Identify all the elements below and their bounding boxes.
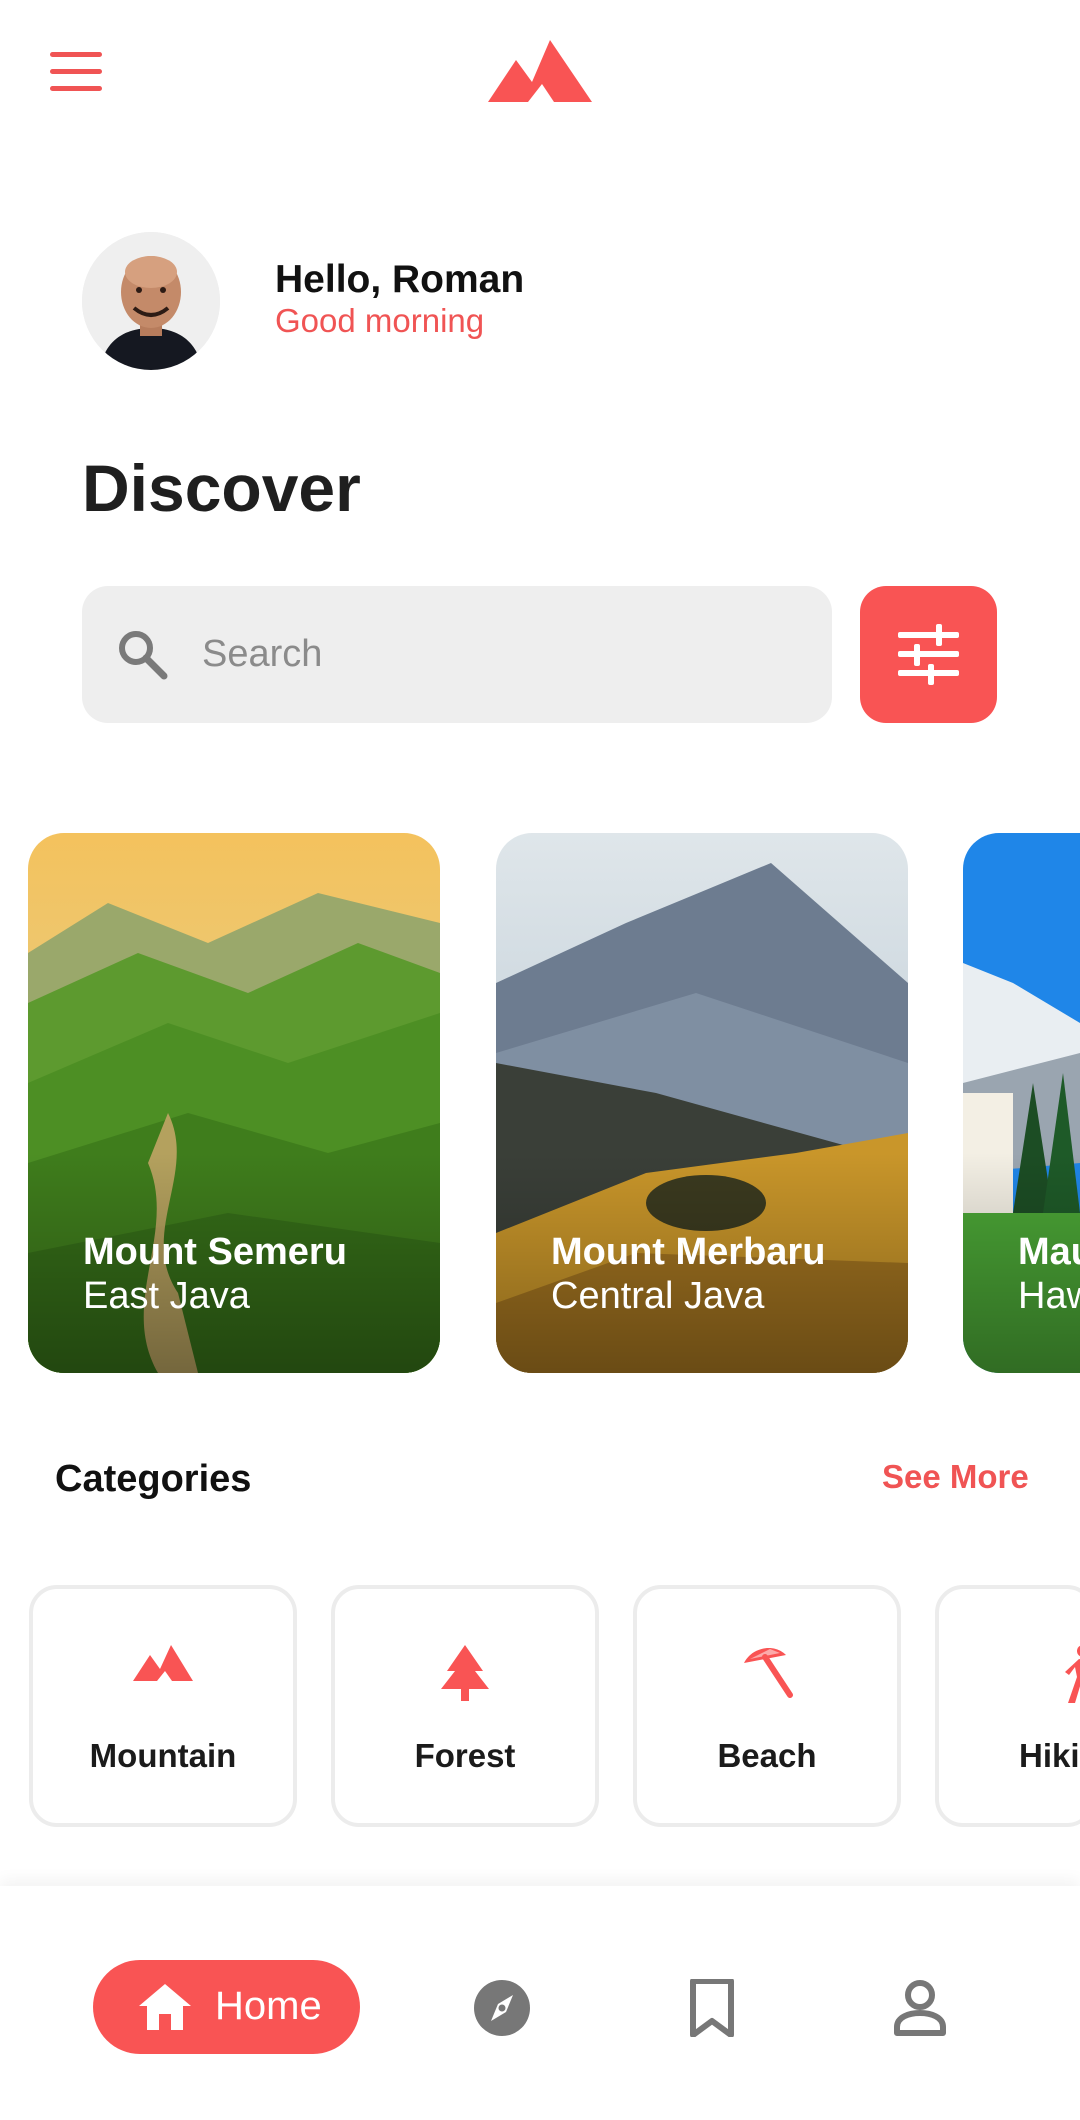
destination-subtitle: Haw bbox=[1018, 1275, 1080, 1317]
destination-title: Mount Semeru bbox=[83, 1231, 347, 1273]
category-mountain[interactable]: Mountain bbox=[29, 1585, 297, 1827]
mountain-icon bbox=[133, 1645, 193, 1681]
search-input[interactable] bbox=[202, 626, 802, 682]
destination-card[interactable]: Mount Semeru East Java bbox=[28, 833, 440, 1373]
category-label: Hiki bbox=[1019, 1737, 1080, 1774]
see-more-link[interactable]: See More bbox=[882, 1458, 1029, 1496]
home-icon bbox=[139, 1984, 191, 2030]
menu-button[interactable] bbox=[50, 52, 104, 92]
destination-subtitle: Central Java bbox=[551, 1275, 765, 1317]
destination-title: Mau bbox=[1018, 1231, 1080, 1273]
bookmark-icon[interactable] bbox=[683, 1979, 741, 2037]
category-label: Forest bbox=[414, 1737, 516, 1774]
destination-card[interactable]: Mau Haw bbox=[963, 833, 1080, 1373]
categories-title: Categories bbox=[55, 1458, 252, 1500]
destination-subtitle: East Java bbox=[83, 1275, 250, 1317]
umbrella-icon bbox=[744, 1648, 793, 1698]
hiking-icon bbox=[1065, 1645, 1080, 1703]
nav-home-label: Home bbox=[215, 1984, 322, 2028]
page-title: Discover bbox=[82, 451, 361, 525]
avatar[interactable] bbox=[82, 232, 220, 370]
sliders-icon bbox=[898, 624, 959, 685]
mountain-logo-icon bbox=[488, 40, 592, 102]
category-beach[interactable]: Beach bbox=[633, 1585, 901, 1827]
search-icon bbox=[119, 631, 168, 680]
greeting-subtitle: Good morning bbox=[275, 302, 485, 339]
filter-button[interactable] bbox=[860, 586, 997, 723]
category-hiking[interactable]: Hiki bbox=[935, 1585, 1080, 1827]
nav-home-button[interactable]: Home bbox=[93, 1960, 360, 2054]
category-label: Mountain bbox=[89, 1737, 237, 1774]
category-forest[interactable]: Forest bbox=[331, 1585, 599, 1827]
profile-icon[interactable] bbox=[891, 1979, 949, 2037]
menu-icon bbox=[50, 52, 102, 57]
avatar-photo bbox=[82, 232, 220, 370]
tree-icon bbox=[441, 1645, 489, 1701]
destination-title: Mount Merbaru bbox=[551, 1231, 826, 1273]
greeting-hello: Hello, Roman bbox=[275, 258, 525, 301]
category-label: Beach bbox=[717, 1737, 817, 1774]
destination-card[interactable]: Mount Merbaru Central Java bbox=[496, 833, 908, 1373]
explore-compass-icon[interactable] bbox=[473, 1979, 531, 2037]
